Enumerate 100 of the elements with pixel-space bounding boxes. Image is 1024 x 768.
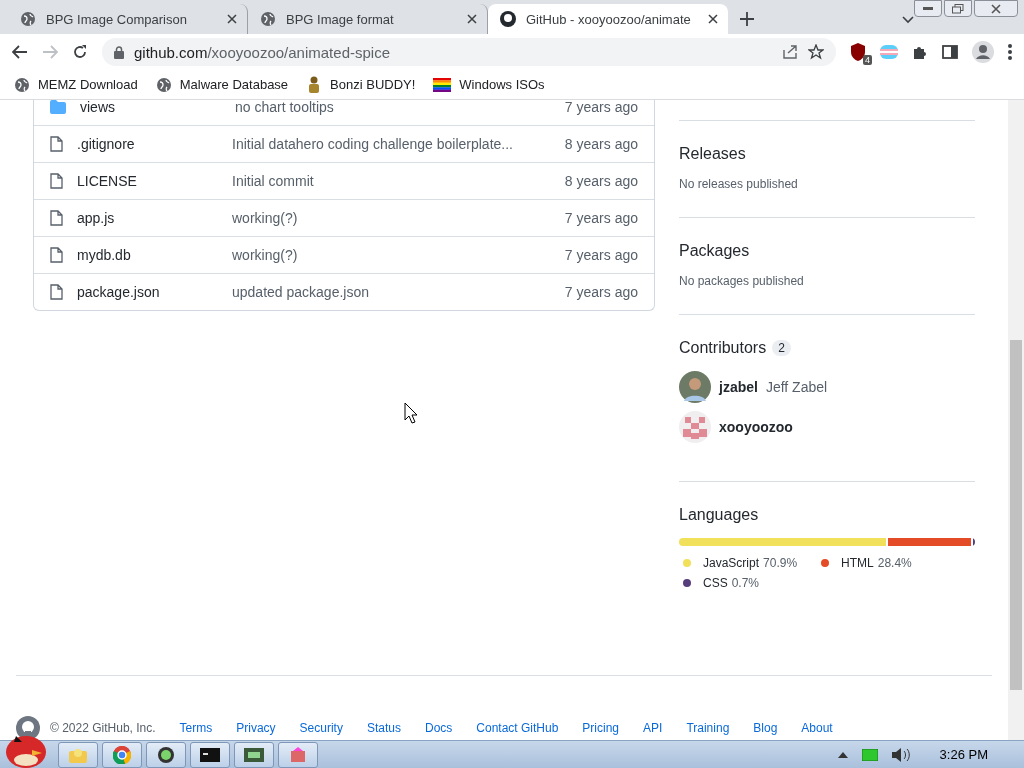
- folder-icon: [50, 100, 66, 114]
- footer-link[interactable]: Blog: [753, 721, 778, 735]
- file-name[interactable]: .gitignore: [77, 136, 232, 152]
- footer-link[interactable]: API: [643, 721, 663, 735]
- footer-link[interactable]: Docs: [424, 721, 453, 735]
- contributor-login[interactable]: jzabel: [719, 379, 758, 395]
- reload-icon[interactable]: [72, 44, 88, 60]
- commit-age: 8 years ago: [564, 136, 638, 152]
- taskbar-app[interactable]: [146, 741, 186, 768]
- language-percent: 70.9%: [763, 556, 798, 570]
- taskbar-app[interactable]: [234, 741, 274, 768]
- close-icon[interactable]: [227, 14, 237, 24]
- packages-note: No packages published: [679, 274, 805, 288]
- menu-icon[interactable]: [1008, 44, 1012, 60]
- commit-message[interactable]: updated package.json: [232, 284, 565, 300]
- disc-icon: [157, 745, 175, 764]
- profile-icon[interactable]: [972, 41, 994, 63]
- close-button[interactable]: [974, 0, 1018, 17]
- commit-message[interactable]: Initial commit: [232, 173, 565, 189]
- contributor-count: 2: [772, 340, 791, 356]
- taskbar-app[interactable]: [190, 741, 230, 768]
- bookmark[interactable]: MEMZ Download: [14, 76, 138, 93]
- globe-icon: [155, 76, 172, 93]
- contributor-login[interactable]: xooyoozoo: [719, 419, 793, 435]
- contributor-name: Jeff Zabel: [765, 379, 828, 395]
- package-icon: [289, 746, 307, 763]
- file-name[interactable]: LICENSE: [77, 173, 232, 189]
- file-name[interactable]: app.js: [77, 210, 232, 226]
- new-tab-icon[interactable]: [740, 12, 754, 26]
- footer-link[interactable]: Terms: [179, 721, 213, 735]
- commit-message[interactable]: working(?): [232, 210, 565, 226]
- address-bar[interactable]: github.com/xooyoozoo/animated-spice: [102, 38, 836, 66]
- footer-link[interactable]: Security: [299, 721, 343, 735]
- footer-link[interactable]: Privacy: [236, 721, 276, 735]
- footer-link[interactable]: Pricing: [582, 721, 620, 735]
- extension-badge: 4: [863, 55, 872, 65]
- file-icon: [50, 284, 63, 300]
- globe-icon: [14, 76, 30, 93]
- section-title[interactable]: Contributors: [679, 339, 767, 357]
- globe-icon: [260, 11, 276, 27]
- lock-icon: [114, 45, 124, 59]
- bookmark[interactable]: Bonzi BUDDY!: [306, 75, 416, 94]
- file-name[interactable]: mydb.db: [77, 247, 232, 263]
- shield-icon[interactable]: [850, 43, 866, 61]
- commit-message[interactable]: working(?): [232, 247, 565, 263]
- language-name[interactable]: CSS: [703, 576, 728, 590]
- browser-tab[interactable]: GitHub - xooyoozoo/animate: [488, 4, 728, 34]
- puzzle-icon[interactable]: [912, 44, 928, 60]
- footer-link[interactable]: About: [801, 721, 833, 735]
- section-title: Languages: [679, 506, 759, 524]
- mouse-cursor: [404, 402, 418, 424]
- commit-age: 7 years ago: [564, 284, 638, 300]
- footer-link[interactable]: Training: [686, 721, 730, 735]
- scrollbar[interactable]: [1008, 100, 1024, 740]
- restore-icon: [952, 3, 964, 14]
- section-title[interactable]: Packages: [679, 242, 750, 260]
- commit-age: 8 years ago: [564, 173, 638, 189]
- file-icon: [50, 210, 63, 226]
- language-name[interactable]: HTML: [841, 556, 874, 570]
- speaker-icon[interactable]: [891, 747, 910, 762]
- clock[interactable]: 3:26 PM: [939, 747, 988, 762]
- rainbow-flag-icon: [433, 77, 452, 92]
- terminal-icon: [200, 747, 220, 762]
- file-name[interactable]: views: [80, 100, 235, 115]
- commit-age: 7 years ago: [564, 100, 638, 115]
- releases-note: No releases published: [679, 177, 799, 191]
- restore-button[interactable]: [944, 0, 972, 17]
- section-title[interactable]: Releases: [679, 145, 746, 163]
- back-icon[interactable]: [12, 45, 28, 59]
- minimize-button[interactable]: [914, 0, 942, 17]
- close-icon: [991, 3, 1001, 14]
- footer-link[interactable]: Contact GitHub: [476, 721, 559, 735]
- bookmark[interactable]: Malware Database: [155, 76, 289, 93]
- chevron-down-icon[interactable]: [902, 16, 914, 24]
- file-icon: [50, 247, 63, 263]
- folder-icon: [69, 746, 87, 763]
- browser-icon: [113, 745, 131, 764]
- close-icon[interactable]: [467, 14, 477, 24]
- commit-message[interactable]: no chart tooltips: [235, 100, 565, 115]
- copyright: © 2022 GitHub, Inc.: [50, 721, 156, 735]
- share-icon[interactable]: [782, 44, 798, 60]
- commit-message[interactable]: Initial datahero coding challenge boilerplate...: [232, 136, 565, 152]
- avatar: [679, 371, 711, 403]
- file-name[interactable]: package.json: [77, 284, 232, 300]
- footer-link[interactable]: Status: [366, 721, 401, 735]
- star-icon[interactable]: [808, 44, 824, 60]
- bookmark[interactable]: Windows ISOs: [433, 77, 545, 92]
- file-icon: [50, 173, 63, 189]
- avatar: [679, 411, 711, 443]
- close-icon[interactable]: [708, 14, 718, 24]
- globe-icon: [20, 11, 36, 27]
- language-name[interactable]: JavaScript: [703, 556, 760, 570]
- monitor-icon: [244, 747, 264, 762]
- chevron-up-icon[interactable]: [837, 751, 848, 758]
- scrollbar-thumb[interactable]: [1010, 340, 1022, 690]
- minimize-icon: [923, 6, 933, 11]
- commit-age: 7 years ago: [564, 210, 638, 226]
- language-percent: 0.7%: [731, 576, 760, 590]
- side-panel-icon[interactable]: [942, 44, 958, 60]
- file-icon: [50, 136, 63, 152]
